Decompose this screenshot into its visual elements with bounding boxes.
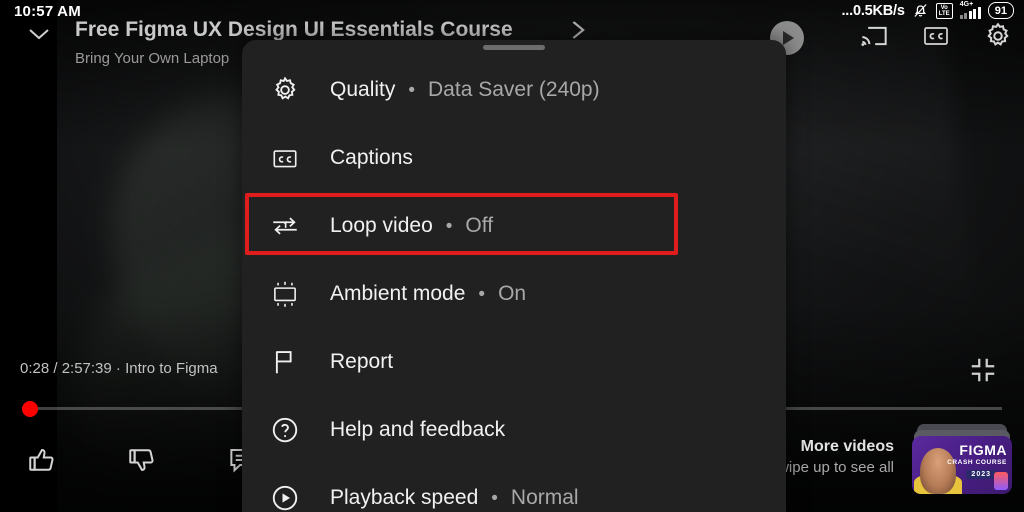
settings-item-playback-speed-text: Playback speed • Normal [330, 486, 579, 510]
settings-item-help-feedback[interactable]: Help and feedback [242, 396, 786, 464]
more-videos-block[interactable]: More videos Swipe up to see all [768, 438, 894, 476]
settings-item-label: Help and feedback [330, 418, 506, 441]
network-speed-label: ...0.5KB/s [841, 2, 905, 19]
status-icons: ...0.5KB/s Vo LTE 4G+ 91 [841, 0, 1014, 19]
more-videos-title: More videos [800, 438, 894, 455]
fullscreen-exit-icon[interactable] [968, 355, 998, 385]
status-bar: 10:57 AM ...0.5KB/s Vo LTE 4G+ 91 [0, 0, 1024, 26]
sheet-drag-handle[interactable] [483, 45, 545, 50]
settings-item-label: Playback speed [330, 486, 479, 509]
settings-item-ambient-mode-text: Ambient mode • On [330, 282, 526, 306]
thumbnail-title-line1: FIGMA [959, 442, 1007, 458]
settings-item-label: Captions [330, 146, 413, 169]
volte-icon: Vo LTE [935, 2, 953, 19]
signal-strength-icon: 4G+ [959, 0, 981, 19]
thumbnail-person-face [920, 448, 956, 494]
settings-item-label: Ambient mode [330, 282, 466, 305]
status-clock: 10:57 AM [14, 3, 81, 20]
youtube-player-screen: 10:57 AM ...0.5KB/s Vo LTE 4G+ 91 Free F… [0, 0, 1024, 512]
next-video-thumbnail-stack[interactable]: FIGMA CRASH COURSE 2023 [912, 424, 1012, 496]
next-video-thumbnail[interactable]: FIGMA CRASH COURSE 2023 [912, 436, 1012, 494]
settings-item-value: Normal [510, 486, 579, 509]
bell-muted-icon [912, 2, 929, 19]
settings-item-separator: • [491, 487, 498, 509]
settings-item-loop-video[interactable]: Loop video • Off [242, 192, 786, 260]
flag-icon [264, 341, 306, 383]
dislike-button[interactable] [122, 440, 162, 480]
settings-item-label: Report [330, 350, 394, 373]
settings-item-captions-text: Captions [330, 146, 413, 170]
time-display: 0:28 / 2:57:39 · Intro to Figma [20, 360, 218, 377]
settings-item-separator: • [478, 283, 486, 305]
settings-item-help-feedback-text: Help and feedback [330, 418, 505, 442]
network-type-label: 4G+ [959, 0, 974, 8]
repeat-one-icon [264, 205, 306, 247]
settings-item-label: Quality [330, 78, 396, 101]
settings-item-separator: • [408, 79, 416, 101]
volte-bottom: LTE [938, 10, 950, 17]
closed-caption-icon [264, 137, 306, 179]
settings-item-captions[interactable]: Captions [242, 124, 786, 192]
gear-icon [264, 69, 306, 111]
question-circle-icon [264, 409, 306, 451]
figma-logo-icon [994, 472, 1008, 490]
settings-item-value: On [498, 282, 527, 305]
more-videos-subtitle: Swipe up to see all [768, 459, 894, 476]
settings-item-loop-video-text: Loop video • Off [330, 214, 493, 238]
letterbox-left [0, 0, 57, 512]
settings-item-value: Data Saver (240p) [428, 78, 600, 101]
settings-bottom-sheet: Quality • Data Saver (240p) Captions Loo… [242, 40, 786, 512]
battery-icon: 91 [987, 2, 1014, 19]
collapse-player-chevron-down-icon[interactable] [28, 27, 50, 41]
ambient-screen-icon [264, 273, 306, 315]
play-circle-icon [264, 477, 306, 512]
thumbnail-year-badge: 2023 [966, 470, 996, 479]
settings-item-report[interactable]: Report [242, 328, 786, 396]
settings-item-playback-speed[interactable]: Playback speed • Normal [242, 464, 786, 512]
settings-item-value: Off [465, 214, 494, 237]
settings-menu-list: Quality • Data Saver (240p) Captions Loo… [242, 56, 786, 512]
settings-item-label: Loop video [330, 214, 433, 237]
thumbnail-title-line2: CRASH COURSE [947, 459, 1007, 466]
battery-level: 91 [994, 4, 1007, 17]
settings-item-separator: • [445, 215, 453, 237]
settings-item-ambient-mode[interactable]: Ambient mode • On [242, 260, 786, 328]
settings-item-quality-text: Quality • Data Saver (240p) [330, 78, 600, 102]
like-button[interactable] [22, 440, 62, 480]
settings-item-report-text: Report [330, 350, 393, 374]
progress-scrubber[interactable] [22, 401, 38, 417]
settings-item-quality[interactable]: Quality • Data Saver (240p) [242, 56, 786, 124]
